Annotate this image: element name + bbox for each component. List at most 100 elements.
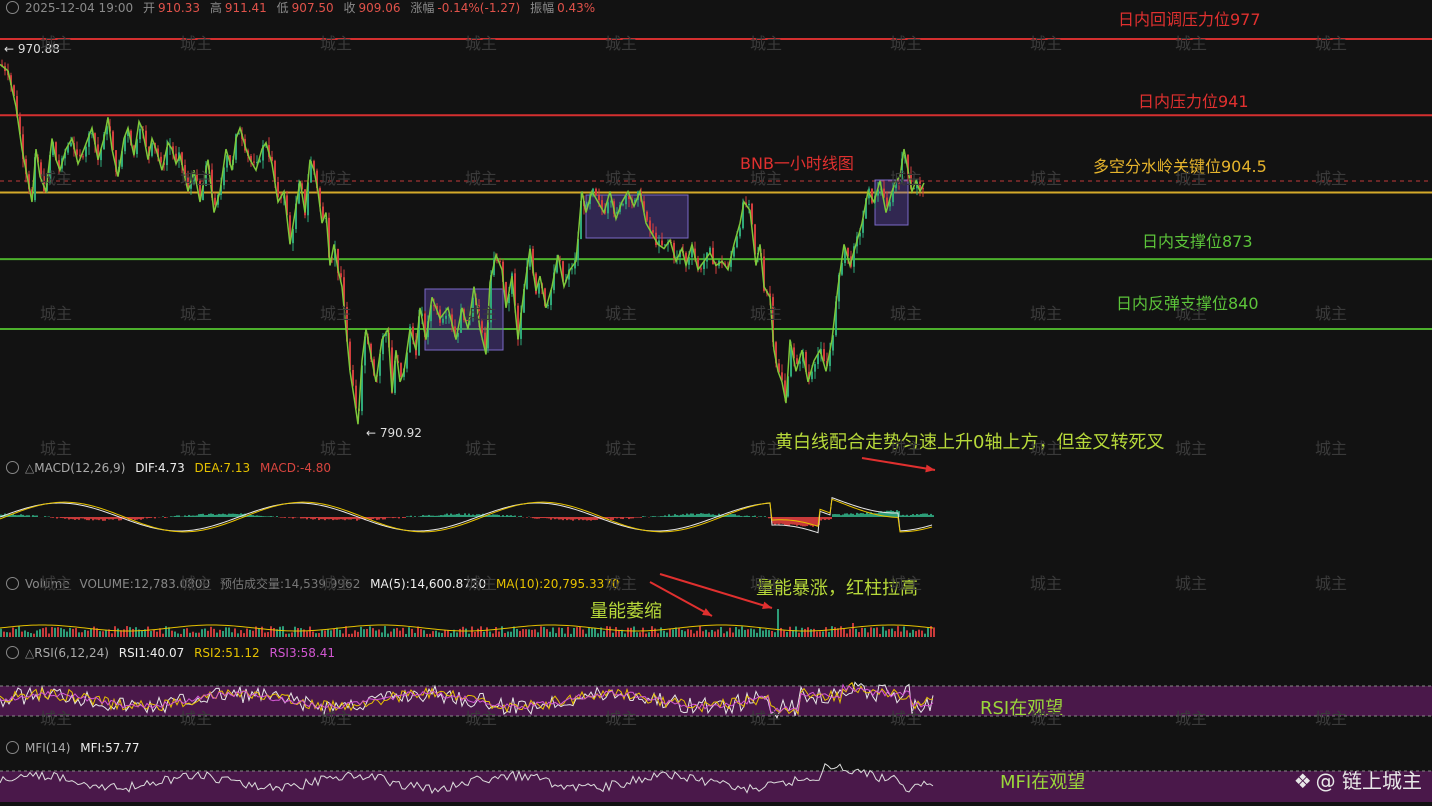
- volume-bar: [885, 631, 887, 637]
- volume-bar: [426, 634, 428, 637]
- macd-bar: [64, 517, 66, 519]
- volume-bar: [819, 631, 821, 637]
- macd-bar: [388, 517, 390, 518]
- macd-bar: [236, 514, 238, 517]
- volume-bar: [921, 631, 923, 637]
- macd-bar: [542, 517, 544, 518]
- bell-icon[interactable]: △: [25, 461, 34, 475]
- macd-bar: [264, 516, 266, 517]
- watermark-text: 城主: [40, 165, 72, 189]
- volume-bar: [531, 630, 533, 637]
- volume-bar: [774, 632, 776, 637]
- volume-bar: [891, 629, 893, 637]
- macd-bar: [494, 515, 496, 517]
- mfi-value: MFI:57.77: [80, 741, 139, 755]
- rsi-3: RSI3:58.41: [269, 646, 335, 660]
- candle-body: [652, 230, 654, 233]
- volume-bar: [633, 626, 635, 637]
- collapse-icon[interactable]: [6, 646, 19, 659]
- mfi-annotation: MFI在观望: [1000, 768, 1085, 794]
- volume-bar: [471, 627, 473, 637]
- watermark-text: 城主: [890, 435, 922, 459]
- volume-bar: [270, 626, 272, 637]
- collapse-icon[interactable]: [6, 1, 19, 14]
- volume-bar: [726, 631, 728, 637]
- macd-bar: [712, 514, 714, 517]
- macd-bar: [868, 514, 870, 517]
- macd-bar: [80, 517, 82, 518]
- volume-bar: [696, 631, 698, 637]
- volume-bar: [297, 628, 299, 637]
- macd-bar: [132, 517, 134, 519]
- volume-bar: [216, 633, 218, 637]
- macd-bar: [814, 517, 816, 526]
- macd-bar: [324, 517, 326, 520]
- macd-bar: [98, 517, 100, 520]
- macd-bar: [332, 517, 334, 520]
- macd-bar: [144, 517, 146, 518]
- watermark-text: 城主: [1175, 300, 1207, 324]
- bell-icon[interactable]: △: [25, 646, 34, 660]
- volume-bar: [84, 630, 86, 637]
- volume-bar: [24, 630, 26, 637]
- macd-bar: [212, 514, 214, 517]
- volume-bar: [822, 631, 824, 637]
- macd-bar: [500, 516, 502, 517]
- watermark-text: 城主: [890, 570, 922, 594]
- volume-bar: [465, 629, 467, 637]
- low-marker: ← 790.92: [366, 426, 422, 440]
- macd-bar: [532, 517, 534, 518]
- macd-bar: [856, 513, 858, 517]
- volume-bar: [708, 632, 710, 637]
- macd-bar: [262, 516, 264, 517]
- macd-bar: [734, 514, 736, 517]
- watermark-text: 城主: [320, 300, 352, 324]
- volume-bar: [405, 634, 407, 637]
- watermark-text: 城主: [605, 570, 637, 594]
- collapse-icon[interactable]: [6, 461, 19, 474]
- watermark-text: 城主: [605, 435, 637, 459]
- collapse-icon[interactable]: [6, 577, 19, 590]
- macd-bar: [214, 515, 216, 517]
- candle-body: [814, 364, 816, 372]
- volume-bar: [747, 629, 749, 637]
- brand-text: @ 链上城主: [1316, 769, 1422, 793]
- macd-bar: [778, 517, 780, 524]
- macd-bar: [738, 515, 740, 517]
- watermark-text: 城主: [750, 165, 782, 189]
- volume-bar: [711, 630, 713, 637]
- volume-bar: [381, 632, 383, 637]
- volume-bar: [27, 632, 29, 637]
- candle-body: [139, 129, 141, 139]
- macd-bar: [736, 515, 738, 517]
- macd-bar: [692, 514, 694, 517]
- macd-bar: [890, 510, 892, 517]
- volume-bar: [903, 626, 905, 637]
- volume-bar: [264, 633, 266, 637]
- volume-bar: [66, 632, 68, 637]
- volume-bar: [480, 626, 482, 637]
- volume-bar: [831, 626, 833, 637]
- watermark-text: 城主: [320, 705, 352, 729]
- macd-bar: [550, 517, 552, 520]
- macd-bar: [252, 515, 254, 517]
- macd-bar: [706, 514, 708, 517]
- collapse-icon[interactable]: [6, 741, 19, 754]
- volume-bar: [168, 627, 170, 637]
- zigzag-line: [0, 64, 924, 424]
- macd-bar: [382, 517, 384, 519]
- volume-bar: [360, 627, 362, 637]
- volume-bar: [888, 629, 890, 637]
- macd-bar: [100, 517, 102, 519]
- macd-bar: [304, 517, 306, 518]
- volume-bar: [219, 630, 221, 637]
- volume-bar: [699, 626, 701, 637]
- macd-bar: [824, 517, 826, 520]
- watermark-text: 城主: [40, 570, 72, 594]
- macd-bar: [172, 516, 174, 517]
- watermark-text: 城主: [1030, 300, 1062, 324]
- volume-bar: [249, 630, 251, 637]
- macd-bar: [670, 516, 672, 517]
- macd-bar: [498, 515, 500, 517]
- macd-bar: [622, 517, 624, 519]
